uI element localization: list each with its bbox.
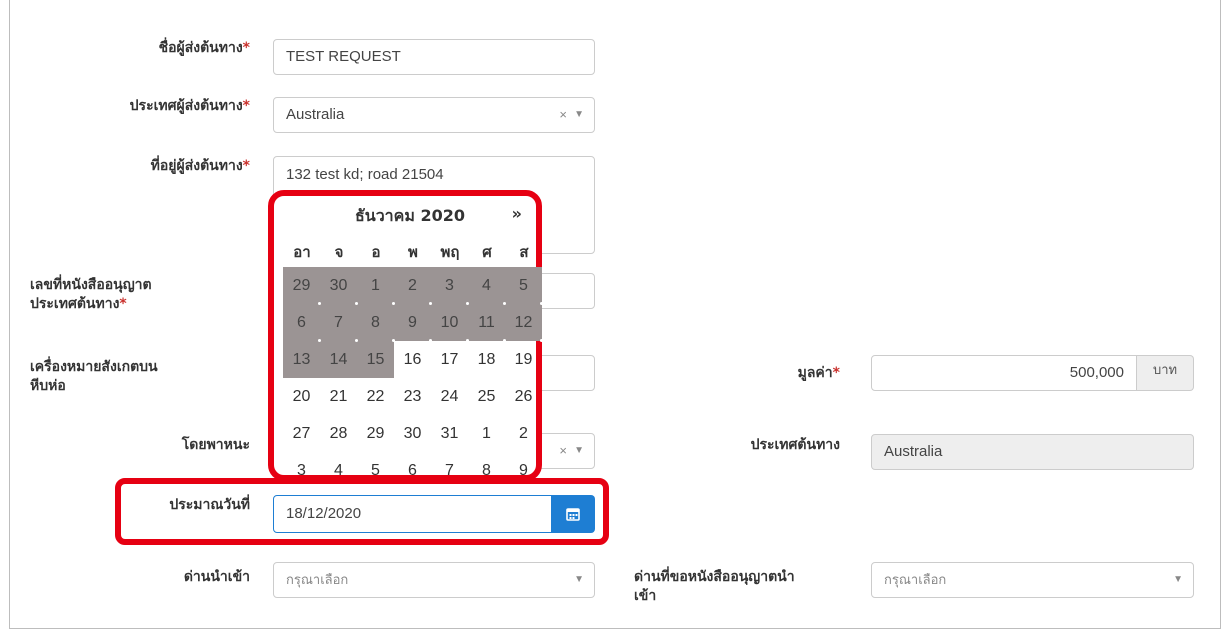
disabled-marker	[318, 302, 321, 305]
datepicker-day: 2	[394, 267, 431, 304]
sender-name-label: ชื่อผู้ส่งต้นทาง*	[158, 40, 250, 56]
sender-name-input[interactable]: TEST REQUEST	[273, 39, 595, 75]
weekday-header: ศ	[482, 243, 492, 261]
datepicker-day[interactable]: 28	[320, 415, 357, 452]
datepicker-day[interactable]: 26	[505, 378, 542, 415]
disabled-marker	[318, 339, 321, 342]
disabled-marker	[429, 339, 432, 342]
disabled-marker	[540, 339, 543, 342]
datepicker-day: 10	[431, 304, 468, 341]
datepicker-day[interactable]: 20	[283, 378, 320, 415]
origin-country-input: Australia	[871, 434, 1194, 470]
weekday-header: ส	[519, 243, 529, 261]
weekday-header: จ	[334, 243, 344, 261]
currency-addon: บาท	[1137, 355, 1194, 391]
disabled-marker	[466, 339, 469, 342]
permit-port-label: ด่านที่ขอหนังสืออนุญาตนำ เข้า	[634, 569, 795, 604]
clear-icon[interactable]: ×	[559, 98, 567, 132]
datepicker-day: 9	[394, 304, 431, 341]
datepicker-day[interactable]: 1	[468, 415, 505, 452]
sender-address-label: ที่อยู่ผู้ส่งต้นทาง*	[150, 158, 250, 174]
estimated-date-label: ประมาณวันที่	[169, 497, 250, 513]
datepicker-day: 29	[283, 267, 320, 304]
datepicker-day[interactable]: 29	[357, 415, 394, 452]
import-port-label: ด่านนำเข้า	[183, 569, 250, 585]
datepicker-day: 4	[468, 267, 505, 304]
disabled-marker	[429, 302, 432, 305]
weekday-header: อา	[293, 243, 311, 261]
datepicker-day[interactable]: 30	[394, 415, 431, 452]
datepicker-day: 5	[505, 267, 542, 304]
datepicker-day[interactable]: 5	[357, 452, 394, 489]
datepicker-day[interactable]: 16	[394, 341, 431, 378]
disabled-marker	[392, 302, 395, 305]
dropdown-arrow-icon: ▼	[1173, 574, 1183, 585]
disabled-marker	[392, 339, 395, 342]
calendar-icon	[566, 508, 580, 521]
datepicker-day: 1	[357, 267, 394, 304]
disabled-marker	[355, 302, 358, 305]
datepicker-day[interactable]: 17	[431, 341, 468, 378]
datepicker-day[interactable]: 25	[468, 378, 505, 415]
datepicker-day[interactable]: 23	[394, 378, 431, 415]
dropdown-arrow-icon: ▼	[574, 574, 584, 585]
weekday-header: พฤ	[440, 243, 460, 261]
disabled-marker	[355, 339, 358, 342]
datepicker-day: 12	[505, 304, 542, 341]
permit-port-select[interactable]: กรุณาเลือก ▼	[871, 562, 1194, 598]
datepicker-month-title[interactable]: ธันวาคม 2020	[330, 204, 490, 229]
clear-icon[interactable]: ×	[559, 434, 567, 468]
weekday-header: อ	[371, 243, 381, 261]
estimated-date-input[interactable]: 18/12/2020	[273, 495, 553, 533]
value-input[interactable]: 500,000	[871, 355, 1137, 391]
datepicker-day: 8	[357, 304, 394, 341]
dropdown-arrow-icon: ▼	[574, 109, 584, 120]
disabled-marker	[503, 302, 506, 305]
datepicker-day[interactable]: 22	[357, 378, 394, 415]
datepicker-day[interactable]: 21	[320, 378, 357, 415]
datepicker-day: 3	[431, 267, 468, 304]
disabled-marker	[540, 302, 543, 305]
weekday-header: พ	[408, 243, 418, 261]
datepicker-day[interactable]: 27	[283, 415, 320, 452]
datepicker-day: 14	[320, 341, 357, 378]
next-month-button[interactable]: »	[512, 204, 522, 223]
value-label: มูลค่า*	[797, 365, 840, 381]
calendar-button[interactable]	[551, 495, 595, 533]
datepicker-day[interactable]: 19	[505, 341, 542, 378]
disabled-marker	[466, 302, 469, 305]
import-port-select[interactable]: กรุณาเลือก ▼	[273, 562, 595, 598]
disabled-marker	[503, 339, 506, 342]
datepicker-day[interactable]: 2	[505, 415, 542, 452]
sender-country-select[interactable]: Australia × ▼	[273, 97, 595, 133]
package-mark-label: เครื่องหมายสังเกตบน หีบห่อ	[30, 359, 158, 394]
sender-country-label: ประเทศผู้ส่งต้นทาง*	[129, 98, 250, 114]
datepicker-popup: ธันวาคม 2020 » อาจอพพฤศส 29 30 1 2 3 4 5 6 7 8 9 10…	[268, 190, 543, 481]
vehicle-label: โดยพาหนะ	[181, 437, 250, 453]
datepicker-day[interactable]: 31	[431, 415, 468, 452]
datepicker-day: 6	[283, 304, 320, 341]
permit-number-label: เลขที่หนังสืออนุญาต ประเทศต้นทาง*	[30, 277, 152, 312]
datepicker-day[interactable]: 7	[431, 452, 468, 489]
datepicker-day[interactable]: 4	[320, 452, 357, 489]
datepicker-day[interactable]: 24	[431, 378, 468, 415]
dropdown-arrow-icon: ▼	[574, 445, 584, 456]
datepicker-day: 7	[320, 304, 357, 341]
datepicker-day[interactable]: 9	[505, 452, 542, 489]
origin-country-label: ประเทศต้นทาง	[750, 437, 840, 453]
datepicker-day[interactable]: 6	[394, 452, 431, 489]
datepicker-day: 15	[357, 341, 394, 378]
datepicker-day: 30	[320, 267, 357, 304]
datepicker-day[interactable]: 3	[283, 452, 320, 489]
datepicker-day: 13	[283, 341, 320, 378]
datepicker-day: 11	[468, 304, 505, 341]
datepicker-day[interactable]: 8	[468, 452, 505, 489]
datepicker-day[interactable]: 18	[468, 341, 505, 378]
